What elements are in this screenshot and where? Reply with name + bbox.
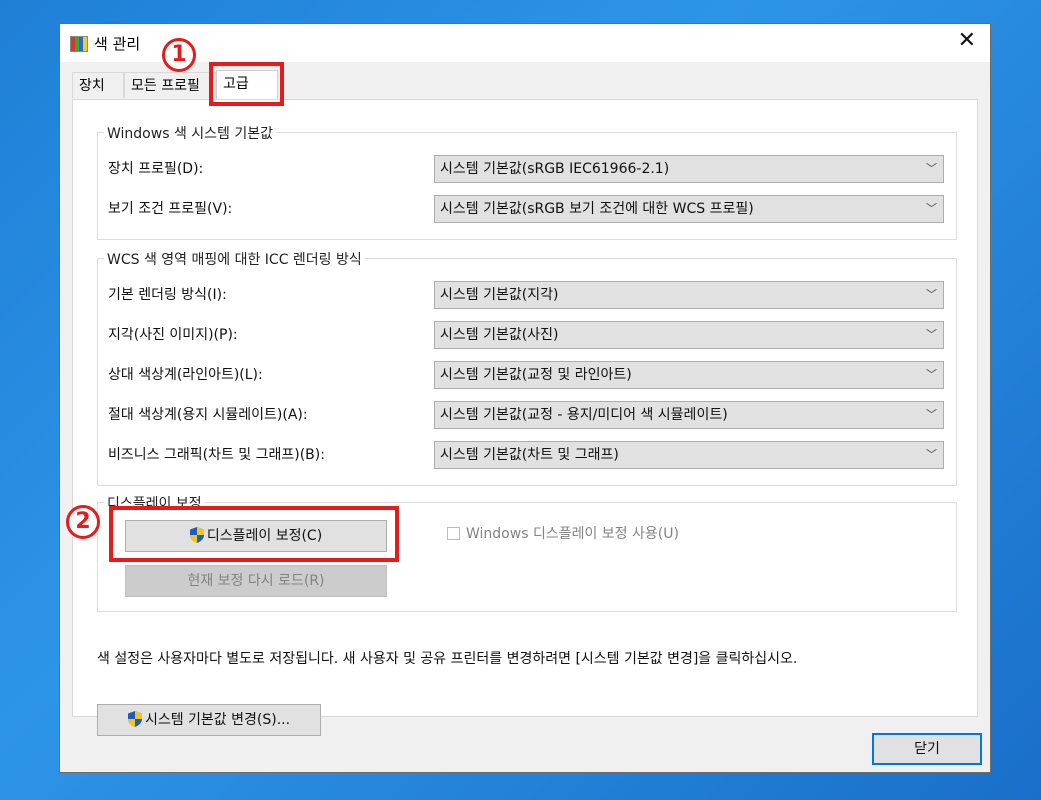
close-button[interactable]: 닫기 [872, 733, 982, 765]
device-profile-label: 장치 프로필(D): [108, 161, 204, 177]
chevron-down-icon: ﹀ [926, 408, 937, 421]
annotation-highlight-advanced-tab [209, 62, 284, 106]
chevron-down-icon: ﹀ [926, 288, 937, 301]
annotation-marker-2: 2 [66, 505, 100, 539]
select-value: 시스템 기본값(사진) [440, 327, 559, 343]
chevron-down-icon: ﹀ [926, 162, 937, 175]
chevron-down-icon: ﹀ [926, 328, 937, 341]
default-rendering-label: 기본 렌더링 방식(I): [108, 287, 227, 303]
reload-calibration-button[interactable]: 현재 보정 다시 로드(R) [125, 565, 387, 597]
absolute-colorimetric-label: 절대 색상계(용지 시뮬레이트)(A): [108, 407, 308, 423]
icc-rendering-group: WCS 색 영역 매핑에 대한 ICC 렌더링 방식 기본 렌더링 방식(I):… [97, 249, 957, 486]
select-value: 시스템 기본값(지각) [440, 287, 559, 303]
absolute-colorimetric-select[interactable]: 시스템 기본값(교정 - 용지/미디어 색 시뮬레이트) ﹀ [434, 401, 944, 429]
select-value: 시스템 기본값(sRGB IEC61966-2.1) [440, 161, 670, 177]
tab-devices-label: 장치 [79, 78, 105, 94]
chevron-down-icon: ﹀ [926, 368, 937, 381]
business-graphics-label: 비즈니스 그래픽(차트 및 그래프)(B): [108, 447, 325, 463]
shield-icon [127, 711, 142, 727]
relative-colorimetric-label: 상대 색상계(라인아트)(L): [108, 367, 263, 383]
relative-colorimetric-select[interactable]: 시스템 기본값(교정 및 라인아트) ﹀ [434, 361, 944, 389]
close-icon[interactable]: ✕ [958, 30, 976, 52]
device-profile-select[interactable]: 시스템 기본값(sRGB IEC61966-2.1) ﹀ [434, 155, 944, 183]
group-legend: Windows 색 시스템 기본값 [104, 123, 277, 143]
business-graphics-select[interactable]: 시스템 기본값(차트 및 그래프) ﹀ [434, 441, 944, 469]
tab-devices[interactable]: 장치 [72, 72, 124, 98]
annotation-highlight-calibrate-button [109, 506, 399, 562]
change-system-defaults-button[interactable]: 시스템 기본값 변경(S)... [97, 704, 321, 736]
perceptual-select[interactable]: 시스템 기본값(사진) ﹀ [434, 321, 944, 349]
color-management-icon [70, 36, 88, 52]
perceptual-label: 지각(사진 이미지)(P): [108, 327, 238, 343]
group-legend: WCS 색 영역 매핑에 대한 ICC 렌더링 방식 [104, 249, 365, 269]
button-label: 현재 보정 다시 로드(R) [187, 573, 325, 589]
button-label: 시스템 기본값 변경(S)... [144, 712, 291, 728]
windows-defaults-group: Windows 색 시스템 기본값 장치 프로필(D): 시스템 기본값(sRG… [97, 123, 957, 240]
title-bar: 색 관리 ✕ [60, 24, 990, 62]
settings-note: 색 설정은 사용자마다 별도로 저장됩니다. 새 사용자 및 공유 프린터를 변… [97, 651, 798, 667]
chevron-down-icon: ﹀ [926, 202, 937, 215]
button-label: 닫기 [914, 741, 940, 757]
use-windows-calibration-checkbox[interactable] [447, 527, 460, 540]
select-value: 시스템 기본값(sRGB 보기 조건에 대한 WCS 프로필) [440, 201, 754, 217]
annotation-marker-1: 1 [162, 38, 196, 72]
default-rendering-select[interactable]: 시스템 기본값(지각) ﹀ [434, 281, 944, 309]
select-value: 시스템 기본값(교정 - 용지/미디어 색 시뮬레이트) [440, 407, 728, 423]
select-value: 시스템 기본값(교정 및 라인아트) [440, 367, 632, 383]
use-windows-calibration-label: Windows 디스플레이 보정 사용(U) [466, 526, 679, 542]
tab-all-profiles[interactable]: 모든 프로필 [124, 72, 216, 98]
viewing-conditions-label: 보기 조건 프로필(V): [108, 201, 233, 217]
color-management-window: 색 관리 ✕ 장치 모든 프로필 고급 Windows 색 시스템 기본값 장치… [59, 23, 991, 773]
select-value: 시스템 기본값(차트 및 그래프) [440, 447, 619, 463]
advanced-panel: Windows 색 시스템 기본값 장치 프로필(D): 시스템 기본값(sRG… [72, 99, 978, 736]
chevron-down-icon: ﹀ [926, 448, 937, 461]
window-title: 색 관리 [94, 35, 141, 53]
tab-all-profiles-label: 모든 프로필 [131, 78, 200, 94]
viewing-conditions-select[interactable]: 시스템 기본값(sRGB 보기 조건에 대한 WCS 프로필) ﹀ [434, 195, 944, 223]
